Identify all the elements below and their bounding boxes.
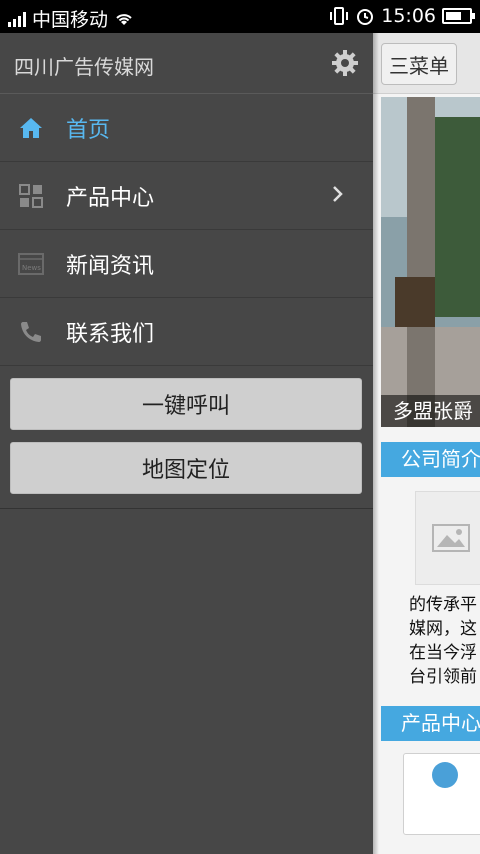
- status-bar: 中国移动 15:06: [0, 0, 480, 33]
- signal-icon: [8, 11, 26, 27]
- app-title: 四川广告传媒网: [14, 55, 154, 79]
- banner-image[interactable]: [381, 97, 480, 427]
- svg-text:News: News: [22, 264, 41, 272]
- main-content: 三菜单 多盟张爵 公司简介 的传承平 媒网，这 在当今浮 台引领前 产品中心: [373, 33, 480, 854]
- menu-item-label: 产品中心: [66, 185, 155, 211]
- home-icon: [16, 113, 46, 143]
- map-button[interactable]: 地图定位: [10, 442, 362, 494]
- section-title-products: 产品中心: [381, 706, 480, 740]
- drawer-shadow: [373, 33, 379, 854]
- menu-item-label: 首页: [66, 117, 111, 143]
- vibrate-icon: [330, 7, 349, 25]
- company-intro-text: 的传承平 媒网，这 在当今浮 台引领前: [409, 595, 477, 687]
- news-icon: News: [16, 249, 46, 279]
- menu-item-label: 新闻资讯: [66, 253, 155, 279]
- battery-icon: [442, 8, 475, 24]
- drawer-header: 四川广告传媒网: [0, 33, 373, 94]
- phone-icon: [16, 317, 46, 347]
- globe-icon: [432, 762, 458, 788]
- wifi-icon: [116, 13, 132, 25]
- status-right: 15:06: [329, 5, 475, 27]
- carrier-name: 中国移动: [32, 9, 109, 31]
- menu-item-news[interactable]: News 新闻资讯: [0, 230, 373, 298]
- gear-icon[interactable]: [331, 49, 359, 77]
- chevron-right-icon: [333, 186, 343, 202]
- status-left: 中国移动: [8, 5, 134, 32]
- image-placeholder-icon: [415, 491, 480, 585]
- divider: [0, 508, 373, 509]
- clock-time: 15:06: [381, 5, 436, 27]
- banner-caption: 多盟张爵: [381, 395, 480, 427]
- menu-button[interactable]: 三菜单: [381, 43, 457, 85]
- section-title-company: 公司简介: [381, 442, 480, 476]
- menu-item-products[interactable]: 产品中心: [0, 162, 373, 230]
- menu-item-home[interactable]: 首页: [0, 94, 373, 162]
- call-button[interactable]: 一键呼叫: [10, 378, 362, 430]
- navigation-drawer: 四川广告传媒网 首页 产品中心 News 新闻资讯 联系我们 一键呼叫 地图定位: [0, 33, 373, 854]
- menu-item-label: 联系我们: [66, 321, 155, 347]
- alarm-icon: [357, 9, 374, 25]
- grid-icon: [16, 181, 46, 211]
- product-thumbnail[interactable]: [403, 753, 480, 835]
- menu-item-contact[interactable]: 联系我们: [0, 298, 373, 366]
